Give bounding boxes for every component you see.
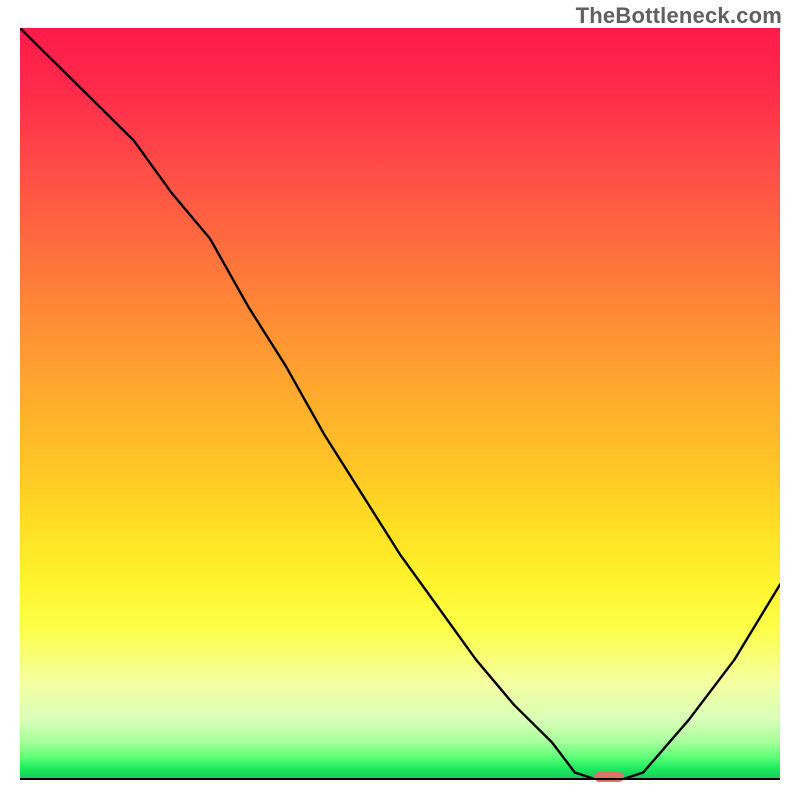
- optimum-marker: [594, 772, 624, 782]
- x-axis: [20, 778, 780, 780]
- chart-container: TheBottleneck.com: [0, 0, 800, 800]
- bottleneck-curve: [20, 28, 780, 780]
- plot-area: [20, 28, 780, 780]
- watermark-text: TheBottleneck.com: [576, 3, 782, 29]
